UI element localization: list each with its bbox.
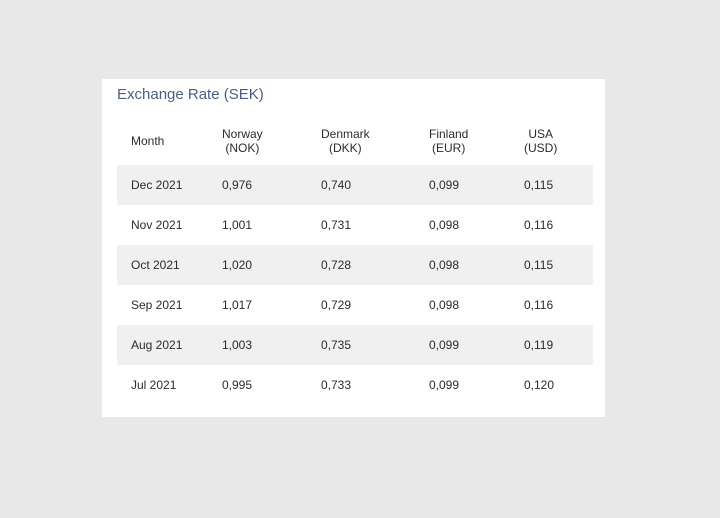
exchange-rate-table: Month Norway (NOK) Denmark (DKK) Finland… [117,116,593,405]
cell-month: Sep 2021 [131,298,183,312]
cell-eur: 0,099 [429,338,460,352]
header-label: USA [528,126,553,141]
cell-nok: 1,001 [222,218,253,232]
header-norway: Norway (NOK) [222,116,263,165]
header-label: Month [131,133,165,148]
table-row: Jul 2021 0,995 0,733 0,099 0,120 [117,365,593,405]
cell-dkk: 0,735 [321,338,352,352]
header-usa: USA (USD) [524,116,557,165]
header-currency: (USD) [524,140,558,155]
exchange-rate-card: Exchange Rate (SEK) Month Norway (NOK) D… [102,79,605,417]
header-label: Norway [222,126,263,141]
cell-nok: 0,995 [222,378,253,392]
cell-dkk: 0,729 [321,298,352,312]
cell-usd: 0,115 [524,258,554,272]
cell-nok: 1,020 [222,258,253,272]
table-row: Dec 2021 0,976 0,740 0,099 0,115 [117,165,593,205]
cell-usd: 0,116 [524,218,554,232]
cell-dkk: 0,731 [321,218,352,232]
table-row: Aug 2021 1,003 0,735 0,099 0,119 [117,325,593,365]
table-header-row: Month Norway (NOK) Denmark (DKK) Finland… [117,116,593,165]
cell-eur: 0,098 [429,218,460,232]
cell-nok: 0,976 [222,178,253,192]
cell-month: Oct 2021 [131,258,180,272]
cell-month: Aug 2021 [131,338,183,352]
cell-nok: 1,017 [222,298,253,312]
cell-eur: 0,098 [429,258,460,272]
table-row: Oct 2021 1,020 0,728 0,098 0,115 [117,245,593,285]
header-currency: (EUR) [432,140,466,155]
header-currency: (DKK) [329,140,362,155]
header-month: Month [131,116,164,165]
cell-eur: 0,099 [429,378,460,392]
header-denmark: Denmark (DKK) [321,116,370,165]
cell-eur: 0,099 [429,178,460,192]
header-finland: Finland (EUR) [429,116,468,165]
header-label: Denmark [321,126,370,141]
header-currency: (NOK) [225,140,260,155]
card-title: Exchange Rate (SEK) [117,86,264,103]
cell-month: Nov 2021 [131,218,183,232]
table-row: Sep 2021 1,017 0,729 0,098 0,116 [117,285,593,325]
table-row: Nov 2021 1,001 0,731 0,098 0,116 [117,205,593,245]
cell-nok: 1,003 [222,338,253,352]
cell-usd: 0,115 [524,178,554,192]
cell-dkk: 0,728 [321,258,352,272]
cell-dkk: 0,740 [321,178,352,192]
cell-usd: 0,116 [524,298,554,312]
cell-usd: 0,119 [524,338,554,352]
cell-eur: 0,098 [429,298,460,312]
header-label: Finland [429,126,469,141]
cell-month: Jul 2021 [131,378,177,392]
cell-usd: 0,120 [524,378,555,392]
cell-month: Dec 2021 [131,178,183,192]
cell-dkk: 0,733 [321,378,352,392]
